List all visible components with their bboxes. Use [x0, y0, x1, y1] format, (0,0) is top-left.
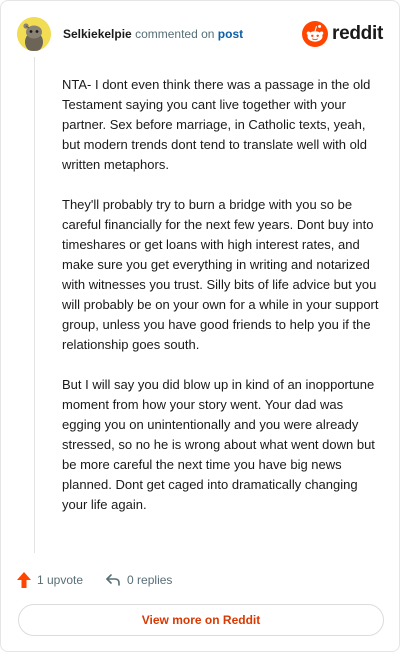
- upvote-arrow-icon: [17, 572, 31, 588]
- comment-card: Selkiekelpie commented on post reddit NT…: [0, 0, 400, 652]
- comment-header: Selkiekelpie commented on post reddit: [17, 17, 383, 51]
- comment-actions: 1 upvote 0 replies: [17, 569, 194, 591]
- reddit-snoo-icon: [302, 21, 329, 47]
- replies-button[interactable]: 0 replies: [105, 573, 172, 587]
- avatar[interactable]: [17, 17, 51, 51]
- reply-arrow-icon: [106, 574, 120, 586]
- view-more-button[interactable]: View more on Reddit: [18, 604, 384, 636]
- thread-line: [34, 57, 35, 553]
- upvote-count: 1 upvote: [37, 573, 84, 587]
- snoo-avatar-icon: [17, 17, 51, 51]
- comment-paragraph: But I will say you did blow up in kind o…: [62, 377, 375, 512]
- reddit-logo[interactable]: reddit: [302, 21, 383, 47]
- username[interactable]: Selkiekelpie: [63, 27, 132, 41]
- post-link[interactable]: post: [218, 27, 243, 41]
- comment-paragraph: NTA- I dont even think there was a passa…: [62, 77, 371, 172]
- comment-meta: Selkiekelpie commented on post: [63, 26, 243, 42]
- replies-count: 0 replies: [127, 573, 173, 587]
- upvote-button[interactable]: 1 upvote: [17, 572, 83, 588]
- commented-on-text: commented on: [135, 27, 215, 41]
- reddit-wordmark: reddit: [332, 23, 383, 44]
- comment-paragraph: They'll probably try to burn a bridge wi…: [62, 197, 379, 352]
- comment-body: NTA- I dont even think there was a passa…: [62, 75, 382, 535]
